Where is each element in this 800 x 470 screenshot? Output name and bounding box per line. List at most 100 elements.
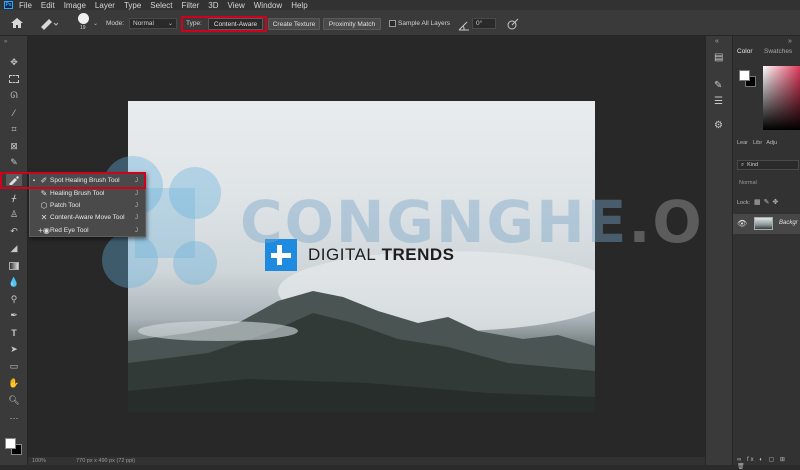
menu-layer[interactable]: Layer [95,1,115,10]
menu-help[interactable]: Help [291,1,307,10]
menu-select[interactable]: Select [150,1,172,10]
collapse-icon[interactable]: » [788,38,792,45]
flyout-item-label: Red Eye Tool [50,227,89,234]
flyout-item-shortcut: J [135,227,138,234]
menu-filter[interactable]: Filter [182,1,200,10]
tab-swatches[interactable]: Swatches [764,48,792,55]
adjustments-icon[interactable]: ☰ [714,96,723,107]
proximity-match-button[interactable]: Proximity Match [323,18,381,30]
foreground-color-swatch[interactable] [5,438,16,449]
tool-preset-picker[interactable] [38,15,59,30]
flyout-item-label: Healing Brush Tool [50,190,105,197]
right-panels: » Color Swatches Lear Libr Adju ⌕ Kind N… [733,36,800,470]
flyout-item-label: Content-Aware Move Tool [50,214,125,221]
brush-size-value: 19 [80,25,86,31]
type-label: Type: [186,20,202,27]
layer-row[interactable]: 👁︎ Backgr [733,214,800,234]
watermark-main: CONGNGHE [240,188,629,256]
home-icon[interactable] [10,16,24,28]
properties-icon[interactable]: ⚙ [714,120,723,131]
layer-thumbnail [754,217,773,230]
pen-tool-icon[interactable]: ✒ [6,309,22,322]
flyout-red-eye[interactable]: +◉ Red Eye Tool J [30,224,145,237]
menu-view[interactable]: View [228,1,245,10]
flyout-item-shortcut: J [135,214,138,221]
eraser-tool-icon[interactable]: ◢ [6,242,22,255]
patch-icon: ⬡ [40,201,48,210]
create-texture-button[interactable]: Create Texture [268,18,320,30]
brush-settings-icon[interactable]: ✎ [714,80,722,91]
shape-tool-icon[interactable]: ▭ [6,360,22,373]
flyout-item-shortcut: J [135,202,138,209]
hand-tool-icon[interactable]: ✋ [6,377,22,390]
zoom-tool-icon[interactable]: 🔍︎ [6,394,22,407]
gradient-tool-icon[interactable] [6,259,22,272]
more-tools-icon[interactable]: ··· [6,411,22,424]
history-brush-tool-icon[interactable]: ↶ [6,225,22,238]
collapse-icon[interactable]: « [715,38,719,45]
brush-tool-icon[interactable]: ᚋ [6,192,22,205]
search-icon: ⌕ [741,161,745,168]
eye-icon[interactable]: 👁︎ [737,219,747,228]
color-picker-field[interactable] [763,66,800,130]
path-selection-tool-icon[interactable]: ➤ [6,343,22,356]
chevron-down-icon[interactable]: ⌄ [93,20,98,27]
menu-edit[interactable]: Edit [41,1,55,10]
menu-3d[interactable]: 3D [208,1,218,10]
mode-label: Mode: [106,20,125,27]
healing-brush-icon: ✎ [40,189,48,198]
frame-tool-icon[interactable]: ⊠ [6,140,22,153]
tab-color[interactable]: Color [737,48,753,55]
angle-value: 0° [476,20,483,27]
blur-tool-icon[interactable]: 💧 [6,276,22,289]
sample-all-layers-label: Sample All Layers [398,20,451,27]
layers-footer-icons[interactable]: ∞ fx ◐ ▢ ⊞ 🗑︎ [737,456,800,470]
crop-tool-icon[interactable]: ⌗ [6,123,22,136]
red-eye-icon: +◉ [38,226,50,235]
menu-file[interactable]: File [19,1,32,10]
blend-mode-select[interactable]: Normal [739,180,757,186]
options-bar: 19 ⌄ Mode: Normal ⌄ Type: Content-Aware … [0,10,800,36]
stamp-tool-icon[interactable]: ♙ [6,208,22,221]
brush-size-swatch[interactable]: 19 [74,12,94,34]
panel-dock-strip: « ▤ ✎ ☰ ⚙ [705,36,733,465]
layer-filter-kind[interactable]: ⌕ Kind [737,160,799,170]
document-info: 770 px x 490 px (72 ppi) [76,458,136,464]
flyout-item-label: Patch Tool [50,202,81,209]
menu-image[interactable]: Image [64,1,86,10]
marquee-tool-icon[interactable] [6,72,22,85]
status-bar: 100% 770 px x 490 px (72 ppi) [28,457,705,465]
eyedropper-tool-icon[interactable]: ✎ [6,156,22,169]
lock-icons[interactable]: ▦✎✥ [754,198,781,206]
angle-input[interactable]: 0° [472,18,496,29]
content-aware-button[interactable]: Content-Aware [208,18,263,30]
content-aware-move-icon: ✕ [40,213,48,222]
tools-panel: » ✥ ᘏ ⁄ ⌗ ⊠ ✎ ᚋ ♙ ↶ ◢ 💧 ⚲ ✒ T ➤ ▭ ✋ 🔍︎ ·… [0,36,28,465]
tab-libraries[interactable]: Libr [753,140,762,152]
layer-name: Backgr [779,220,798,226]
tab-learn[interactable]: Lear [737,140,748,152]
menu-bar: Ps File Edit Image Layer Type Select Fil… [0,0,800,10]
menu-window[interactable]: Window [254,1,282,10]
lock-label: Lock: [737,200,751,206]
spot-healing-tool-highlight [0,172,146,189]
dodge-tool-icon[interactable]: ⚲ [6,293,22,306]
lasso-tool-icon[interactable]: ᘏ [6,89,22,102]
history-panel-icon[interactable]: ▤ [714,52,723,63]
sample-all-layers-checkbox[interactable] [389,20,396,27]
move-tool-icon[interactable]: ✥ [6,56,22,69]
chevron-down-icon: ⌄ [167,21,173,27]
collapse-icon[interactable]: » [4,39,7,45]
menu-type[interactable]: Type [124,1,141,10]
flyout-content-aware-move[interactable]: ✕ Content-Aware Move Tool J [30,211,145,224]
magic-wand-tool-icon[interactable]: ⁄ [6,106,22,119]
pressure-icon[interactable] [507,17,519,30]
tab-adjustments[interactable]: Adju [766,140,777,152]
photoshop-logo: Ps [4,1,13,9]
zoom-level[interactable]: 100% [32,458,46,464]
color-panel-fg-swatch[interactable] [739,70,750,81]
type-tool-icon[interactable]: T [6,326,22,339]
kind-label: Kind [747,162,759,168]
mode-select[interactable]: Normal ⌄ [129,18,177,29]
layers-tabs: Lear Libr Adju [733,140,800,152]
